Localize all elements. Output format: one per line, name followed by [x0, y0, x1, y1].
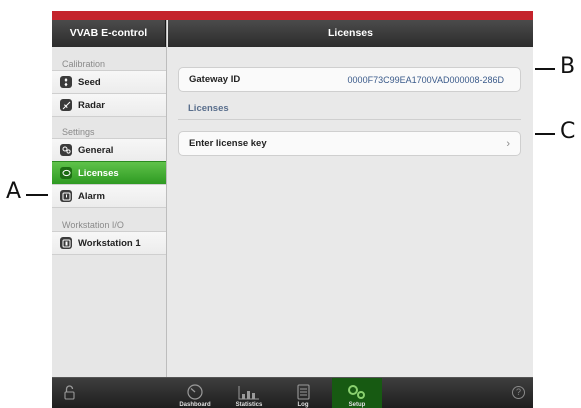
sidebar-item-label: Workstation 1 [78, 237, 141, 249]
sidebar-item-label: Licenses [78, 167, 119, 179]
enter-license-key-label: Enter license key [189, 138, 267, 149]
license-icon [60, 167, 72, 179]
sidebar-item-workstation-1[interactable]: Workstation 1 [52, 231, 166, 255]
tab-statistics-label: Statistics [235, 402, 263, 408]
page-title: Licenses [168, 20, 533, 47]
statistics-icon [238, 386, 259, 400]
sidebar-item-licenses[interactable]: Licenses [52, 161, 166, 185]
sidebar-title: VVAB E-control [52, 20, 166, 47]
callout-b: B [560, 54, 576, 79]
tab-dashboard-label: Dashboard [179, 402, 211, 408]
bottom-tab-bar: Dashboard Statistics Log Setup ? [52, 377, 533, 408]
workstation-icon [60, 237, 72, 249]
radar-icon [60, 99, 72, 111]
top-accent-bar [52, 11, 533, 20]
callout-c-line [535, 133, 555, 135]
gateway-id-row: Gateway ID 0000F73C99EA1700VAD000008-286… [178, 67, 521, 92]
dashboard-icon [187, 384, 203, 400]
divider [178, 119, 521, 120]
sidebar-item-label: General [78, 144, 114, 156]
sidebar-item-alarm[interactable]: Alarm [52, 184, 166, 208]
callout-a-line [26, 194, 48, 196]
tab-log-label: Log [297, 402, 309, 408]
tab-statistics[interactable]: Statistics [224, 378, 274, 408]
lock-icon[interactable] [64, 385, 75, 405]
section-label-workstation-io: Workstation I/O [62, 220, 124, 230]
tab-log[interactable]: Log [278, 378, 328, 408]
tab-setup[interactable]: Setup [332, 378, 382, 408]
gears-icon [60, 144, 72, 156]
setup-gears-icon [348, 385, 365, 399]
sidebar: VVAB E-control Calibration Seed Radar Se… [52, 20, 167, 377]
sidebar-item-general[interactable]: General [52, 138, 166, 162]
tab-setup-label: Setup [348, 402, 366, 408]
sidebar-item-label: Seed [78, 76, 101, 88]
sidebar-item-seed[interactable]: Seed [52, 70, 166, 94]
section-label-calibration: Calibration [62, 59, 106, 69]
alarm-icon [60, 190, 72, 202]
seed-icon [60, 76, 72, 88]
app-screen: VVAB E-control Calibration Seed Radar Se… [52, 11, 533, 408]
callout-a: A [6, 179, 22, 204]
log-icon [296, 384, 310, 400]
sidebar-item-radar[interactable]: Radar [52, 93, 166, 117]
callout-c: C [560, 119, 576, 144]
section-label-settings: Settings [62, 127, 95, 137]
chevron-right-icon: › [506, 137, 510, 150]
sidebar-item-label: Alarm [78, 190, 105, 202]
main-panel: Licenses Gateway ID 0000F73C99EA1700VAD0… [168, 20, 533, 377]
help-icon[interactable]: ? [512, 386, 525, 399]
gateway-id-label: Gateway ID [189, 74, 241, 85]
sidebar-item-label: Radar [78, 99, 105, 111]
callout-b-line [535, 68, 555, 70]
enter-license-key-button[interactable]: Enter license key › [178, 131, 521, 156]
licenses-group-title: Licenses [188, 103, 229, 114]
tab-dashboard[interactable]: Dashboard [170, 378, 220, 408]
gateway-id-value: 0000F73C99EA1700VAD000008-286D [347, 74, 504, 85]
